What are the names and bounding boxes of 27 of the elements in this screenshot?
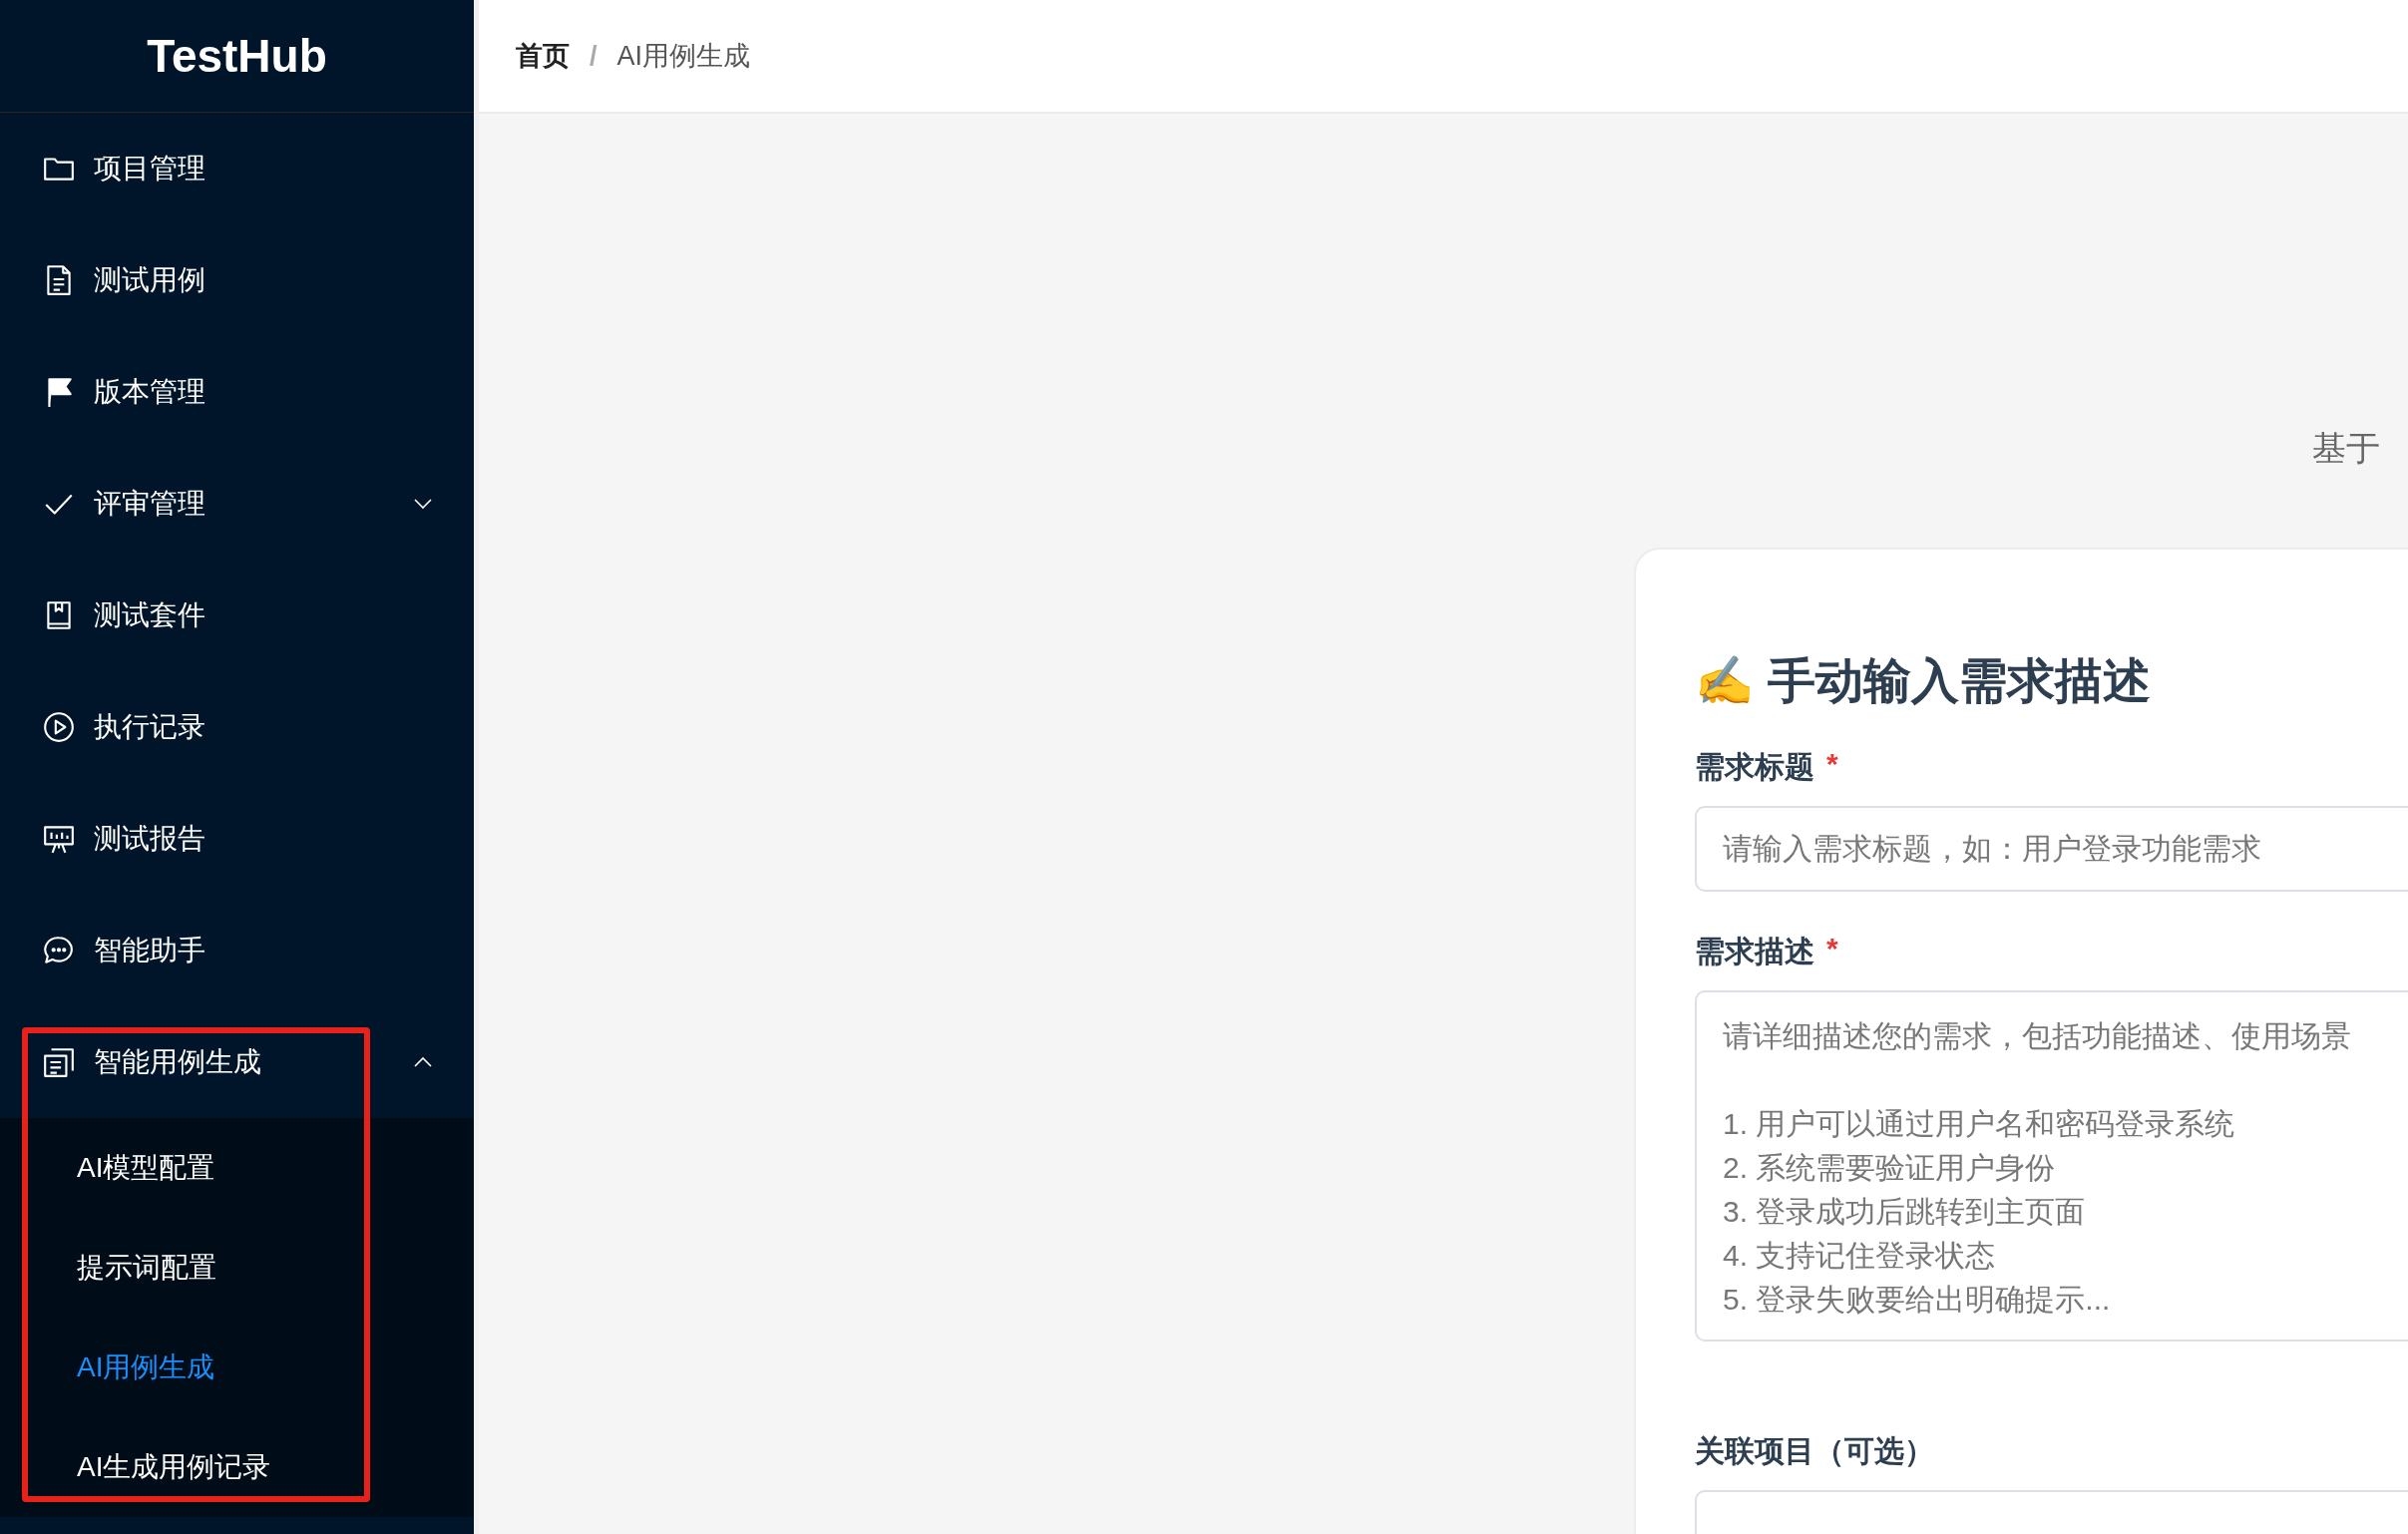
required-mark: * [1826, 932, 1838, 966]
sidebar-item[interactable]: 测试套件 [0, 560, 474, 671]
stacked-document-icon [42, 1045, 76, 1079]
required-mark: * [1826, 747, 1838, 782]
card-title: ✍ 手动输入需求描述 [1695, 653, 2153, 709]
sidebar-item[interactable]: 智能助手 [0, 895, 474, 1006]
sidebar-item[interactable]: 项目管理 [0, 113, 474, 224]
page-subtitle: 基于 [2312, 428, 2380, 469]
description-text-area[interactable]: 请详细描述您的需求，包括功能描述、使用场景 1. 用户可以通过用户名和密码登录系统 2. 系统需要验证用户身份 3. 登录成功后跳转到主页面 4. 支持记住登录状态 5. 登录失败要给出明确提示... [1695, 990, 2408, 1342]
sidebar-item[interactable]: 版本管理 [0, 336, 474, 448]
field-label: 需求标题 [1695, 749, 1814, 785]
breadcrumb-link[interactable]: 首页 [516, 38, 570, 74]
title-input-field[interactable]: 请输入需求标题，如：用户登录功能需求 [1695, 806, 2408, 892]
submenu-item[interactable]: 提示词配置 [0, 1218, 474, 1318]
sidebar-item[interactable]: 测试报告 [0, 783, 474, 895]
app-logo: TestHub [147, 29, 327, 83]
submenu-item[interactable]: AI用例生成 [0, 1318, 474, 1417]
submenu-item[interactable]: AI模型配置 [0, 1118, 474, 1218]
sidebar-item[interactable]: 智能用例生成 [0, 1006, 474, 1118]
field-label: 需求描述 [1695, 934, 1814, 969]
sidebar-item[interactable]: 测试用例 [0, 224, 474, 336]
sidebar-item[interactable]: 评审管理 [0, 448, 474, 560]
play-circle-icon [42, 710, 76, 744]
breadcrumb-separator: / [590, 40, 598, 72]
submenu-item[interactable]: AI生成用例记录 [0, 1417, 474, 1517]
field-label: 关联项目（可选） [1695, 1433, 1934, 1469]
sidebar-item[interactable]: 执行记录 [0, 671, 474, 783]
